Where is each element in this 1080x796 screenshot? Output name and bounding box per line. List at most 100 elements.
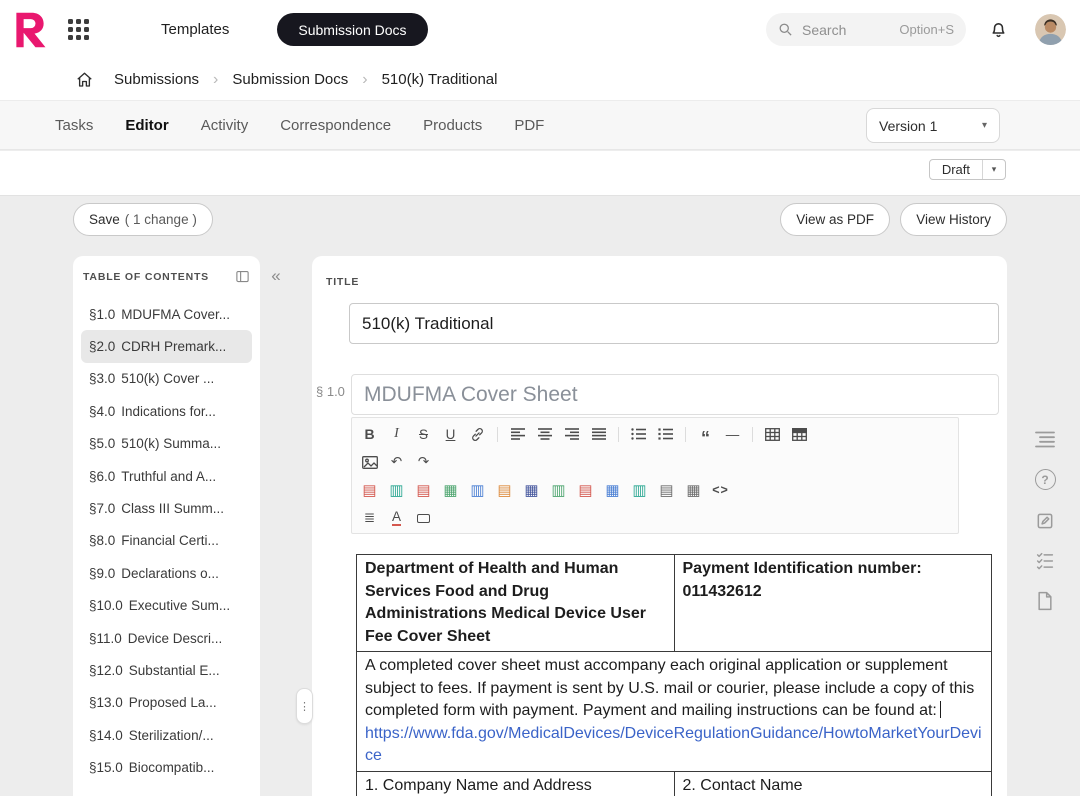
toc-item-10[interactable]: §10.0Executive Sum... [81, 590, 252, 622]
status-badge[interactable]: Draft [930, 160, 982, 179]
document-table[interactable]: Department of Health and Human Services … [356, 554, 992, 796]
toc-item-13[interactable]: §13.0Proposed La... [81, 687, 252, 719]
document-icon[interactable] [1036, 591, 1054, 611]
templates-link[interactable]: Templates [161, 21, 229, 38]
help-icon[interactable]: ? [1035, 469, 1056, 490]
checklist-icon[interactable] [1035, 552, 1055, 570]
breadcrumb-510k-traditional[interactable]: 510(k) Traditional [382, 71, 498, 88]
underline-icon[interactable]: U [438, 423, 463, 446]
save-button[interactable]: Save ( 1 change ) [73, 203, 213, 236]
strikethrough-icon[interactable]: S [411, 423, 436, 446]
horizontal-rule-icon[interactable]: — [720, 423, 745, 446]
pdf-block-icon[interactable]: ▤ [357, 479, 382, 502]
tab-pdf[interactable]: PDF [514, 117, 544, 134]
doc-instructions-text: A completed cover sheet must accompany e… [365, 657, 974, 719]
blockquote-icon[interactable]: “ [693, 423, 718, 446]
align-right-icon[interactable] [559, 423, 584, 446]
toc-item-5[interactable]: §5.0510(k) Summa... [81, 428, 252, 460]
annotate-icon[interactable] [1035, 511, 1055, 531]
button-insert-icon[interactable] [411, 507, 436, 530]
bullet-list-icon[interactable] [626, 423, 651, 446]
align-justify-icon[interactable] [586, 423, 611, 446]
doc-header-right-cell[interactable]: Payment Identification number: 011432612 [674, 555, 992, 652]
outline-icon[interactable] [1035, 431, 1055, 448]
search-box[interactable]: Option+S [766, 13, 966, 46]
sheet-block-icon[interactable]: ▥ [384, 479, 409, 502]
table-style-icon[interactable]: ▤ [654, 479, 679, 502]
tab-products[interactable]: Products [423, 117, 482, 134]
row-insert-icon[interactable]: ▥ [546, 479, 571, 502]
insert-table-icon[interactable] [760, 423, 785, 446]
panel-toggle-icon[interactable] [235, 269, 250, 284]
status-row: Draft ▾ [0, 151, 1080, 196]
submission-docs-button[interactable]: Submission Docs [277, 13, 427, 46]
version-selector[interactable]: Version 1 ▾ [866, 108, 1000, 143]
bold-icon[interactable]: B [357, 423, 382, 446]
toc-item-15[interactable]: §15.0Biocompatib... [81, 751, 252, 783]
panel-resize-handle[interactable]: ⋮ [296, 688, 313, 724]
toc-item-1[interactable]: §1.0MDUFMA Cover... [81, 298, 252, 330]
toc-title: TABLE OF CONTENTS [83, 271, 209, 283]
table-row: A completed cover sheet must accompany e… [357, 652, 992, 772]
home-icon[interactable] [75, 71, 94, 89]
toc-header: TABLE OF CONTENTS [81, 269, 252, 284]
section-heading-input[interactable]: MDUFMA Cover Sheet [351, 374, 999, 415]
numbered-list-icon[interactable] [653, 423, 678, 446]
media-block-icon[interactable]: ▤ [492, 479, 517, 502]
table-insert-block-icon[interactable]: ▦ [438, 479, 463, 502]
table-header-icon[interactable] [787, 423, 812, 446]
tab-tasks[interactable]: Tasks [55, 117, 93, 134]
document-title-input[interactable] [349, 303, 999, 344]
sidebar-collapse-icon[interactable]: « [263, 263, 289, 289]
toc-item-14[interactable]: §14.0Sterilization/... [81, 719, 252, 751]
column-insert-icon[interactable]: ▥ [465, 479, 490, 502]
redo-icon[interactable]: ↷ [411, 451, 436, 474]
notifications-bell-icon[interactable] [988, 19, 1009, 40]
view-as-pdf-button[interactable]: View as PDF [780, 203, 890, 236]
grid-block-icon[interactable]: ▦ [681, 479, 706, 502]
draft-status-button[interactable]: Draft ▾ [929, 159, 1006, 180]
breadcrumb-submissions[interactable]: Submissions [114, 71, 199, 88]
toc-item-4[interactable]: §4.0Indications for... [81, 395, 252, 427]
toc-item-3[interactable]: §3.0510(k) Cover ... [81, 363, 252, 395]
section-block-icon[interactable]: ▦ [519, 479, 544, 502]
apps-grid-icon[interactable] [68, 19, 89, 40]
italic-icon[interactable]: I [384, 423, 409, 446]
view-history-button[interactable]: View History [900, 203, 1007, 236]
tab-correspondence[interactable]: Correspondence [280, 117, 391, 134]
draft-chevron-down-icon[interactable]: ▾ [982, 160, 1005, 179]
align-left-icon[interactable] [505, 423, 530, 446]
tab-editor[interactable]: Editor [125, 117, 168, 134]
undo-icon[interactable]: ↶ [384, 451, 409, 474]
doc-instructions-cell[interactable]: A completed cover sheet must accompany e… [357, 652, 992, 772]
doc-block-icon[interactable]: ▤ [411, 479, 436, 502]
user-avatar[interactable] [1035, 14, 1066, 45]
merge-cells-icon[interactable]: ▥ [627, 479, 652, 502]
regdesk-logo-icon[interactable] [10, 10, 50, 50]
breadcrumb-submission-docs[interactable]: Submission Docs [232, 71, 348, 88]
toc-item-7[interactable]: §7.0Class III Summ... [81, 492, 252, 524]
link-icon[interactable] [465, 423, 490, 446]
toc-item-9[interactable]: §9.0Declarations o... [81, 557, 252, 589]
tab-activity[interactable]: Activity [201, 117, 249, 134]
toc-item-11[interactable]: §11.0Device Descri... [81, 622, 252, 654]
company-cell[interactable]: 1. Company Name and Address Harmony Heal… [357, 771, 675, 796]
fda-link[interactable]: https://www.fda.gov/MedicalDevices/Devic… [365, 725, 982, 765]
toc-item-12[interactable]: §12.0Substantial E... [81, 654, 252, 686]
toc-item-6[interactable]: §6.0Truthful and A... [81, 460, 252, 492]
insert-image-icon[interactable] [357, 451, 382, 474]
code-view-icon[interactable]: <> [708, 479, 733, 502]
company-label: 1. Company Name and Address [365, 775, 666, 796]
cell-insert-icon[interactable]: ▦ [600, 479, 625, 502]
right-utility-rail: ? [1032, 431, 1058, 611]
font-color-icon[interactable]: A [384, 507, 409, 530]
toc-item-2[interactable]: §2.0CDRH Premark... [81, 330, 252, 362]
toc-item-8[interactable]: §8.0Financial Certi... [81, 525, 252, 557]
list-settings-icon[interactable]: ≣ [357, 507, 382, 530]
contact-cell[interactable]: 2. Contact Name Michael Peach [674, 771, 992, 796]
search-input[interactable] [802, 22, 874, 38]
align-center-icon[interactable] [532, 423, 557, 446]
doc-header-left-cell[interactable]: Department of Health and Human Services … [357, 555, 675, 652]
save-change-count: ( 1 change ) [125, 212, 197, 227]
delete-block-icon[interactable]: ▤ [573, 479, 598, 502]
